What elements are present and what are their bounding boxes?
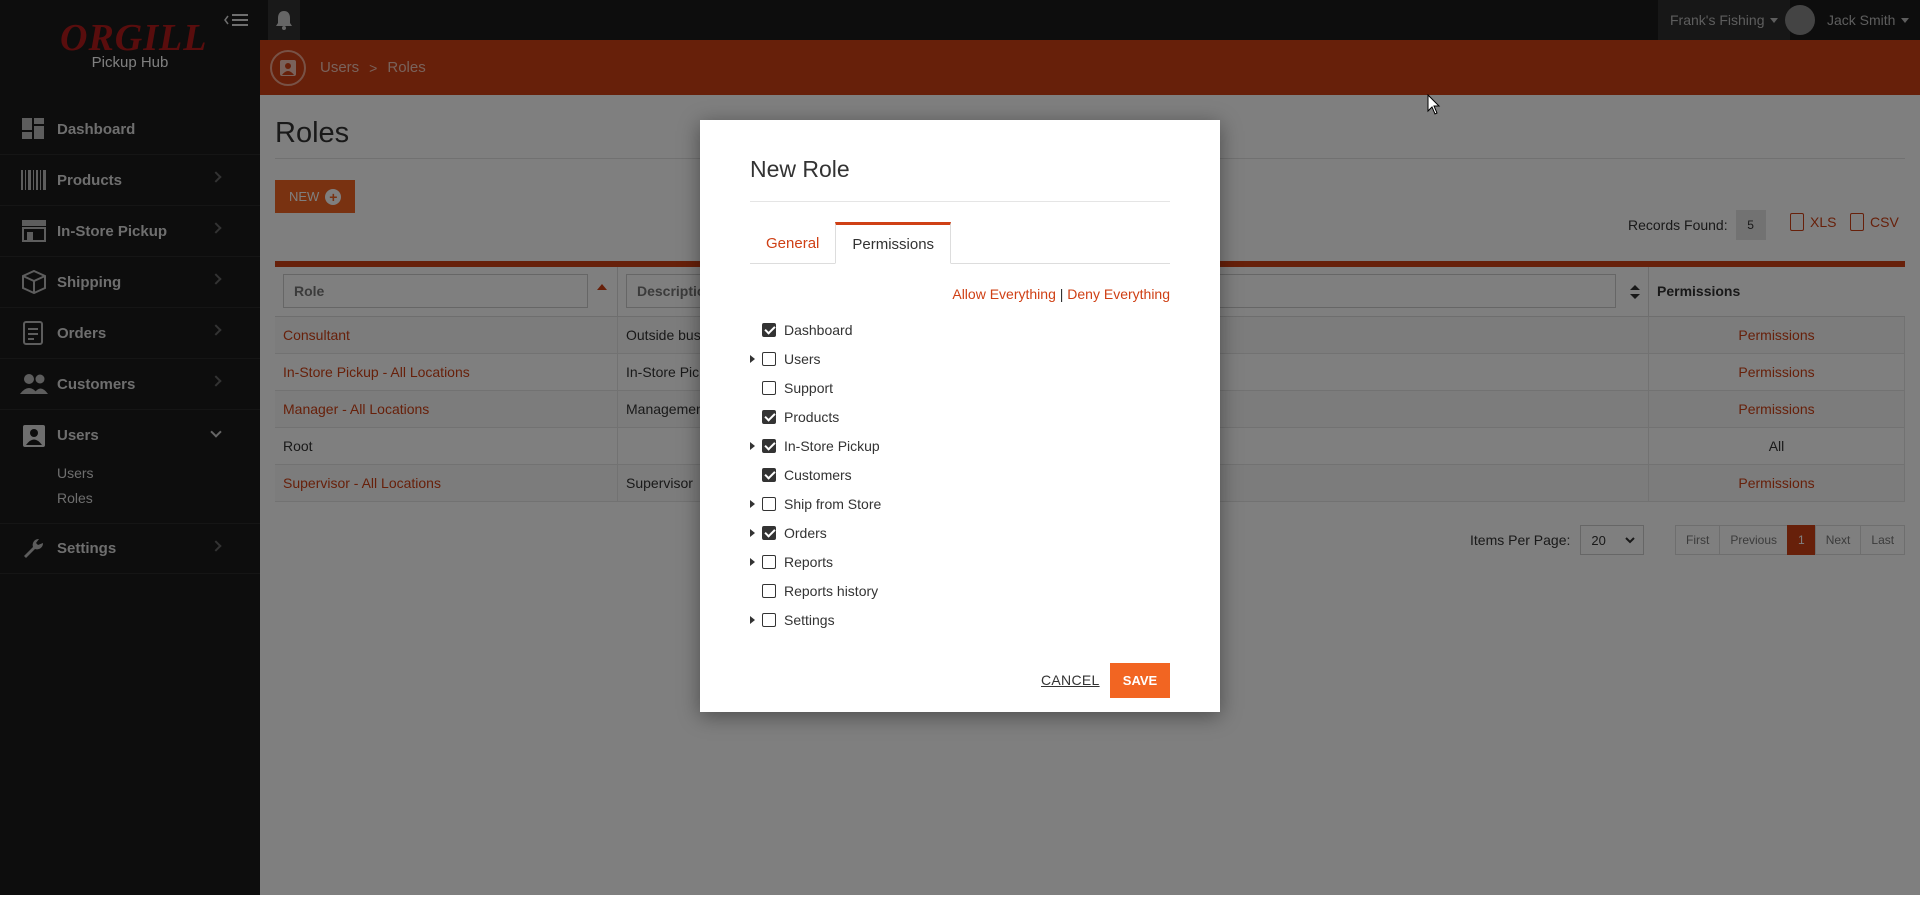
permission-label: Dashboard [784, 321, 853, 338]
permission-customers: Customers [750, 460, 881, 489]
checkbox-users[interactable] [762, 351, 776, 366]
permission-label: Customers [784, 466, 852, 483]
permission-in-store-pickup: In-Store Pickup [750, 431, 881, 460]
dialog-title: New Role [750, 156, 850, 182]
permission-label: Ship from Store [784, 495, 882, 512]
permission-dashboard: Dashboard [750, 315, 881, 344]
checkbox-dashboard[interactable] [762, 322, 776, 337]
dialog-tabs: General Permissions [750, 222, 1170, 264]
mouse-cursor-icon [1427, 94, 1441, 115]
checkbox-in-store-pickup[interactable] [762, 438, 776, 453]
checkbox-reports-history[interactable] [762, 583, 776, 598]
bulk-permission-links: Allow Everything | Deny Everything [952, 286, 1170, 302]
new-role-dialog: New Role General Permissions Allow Every… [700, 120, 1220, 712]
permission-ship-from-store: Ship from Store [750, 489, 881, 518]
page-bottom-strip [0, 895, 1920, 910]
checkbox-settings[interactable] [762, 612, 776, 627]
tab-permissions[interactable]: Permissions [835, 222, 952, 264]
checkbox-support[interactable] [762, 380, 776, 395]
permission-label: Reports [784, 553, 834, 570]
permission-label: Products [784, 408, 840, 425]
expand-triangle-icon[interactable] [750, 556, 762, 568]
expand-triangle-icon[interactable] [750, 498, 762, 510]
checkbox-customers[interactable] [762, 467, 776, 482]
permission-label: Reports history [784, 582, 879, 599]
permissions-tree: Dashboard Users Support Products In-Stor… [750, 315, 881, 634]
cancel-button[interactable]: CANCEL [1041, 672, 1100, 688]
permission-label: Users [784, 350, 821, 367]
checkbox-reports[interactable] [762, 554, 776, 569]
save-button[interactable]: SAVE [1110, 663, 1170, 698]
expand-triangle-icon[interactable] [750, 527, 762, 539]
permission-label: Settings [784, 611, 835, 628]
expand-triangle-icon[interactable] [750, 353, 762, 365]
permission-label: Support [784, 379, 834, 396]
permission-support: Support [750, 373, 881, 402]
expand-triangle-icon[interactable] [750, 614, 762, 626]
permission-orders: Orders [750, 518, 881, 547]
permission-reports: Reports [750, 547, 881, 576]
checkbox-orders[interactable] [762, 525, 776, 540]
checkbox-ship-from-store[interactable] [762, 496, 776, 511]
separator: | [1059, 286, 1064, 302]
checkbox-products[interactable] [762, 409, 776, 424]
permission-label: Orders [784, 524, 827, 541]
permission-reports-history: Reports history [750, 576, 881, 605]
permission-products: Products [750, 402, 881, 431]
allow-everything-link[interactable]: Allow Everything [952, 286, 1056, 302]
expand-triangle-icon[interactable] [750, 440, 762, 452]
deny-everything-link[interactable]: Deny Everything [1067, 286, 1170, 302]
tab-general[interactable]: General [750, 222, 835, 264]
permission-settings: Settings [750, 605, 881, 634]
permission-label: In-Store Pickup [784, 437, 880, 454]
permission-users: Users [750, 344, 881, 373]
divider [750, 201, 1170, 202]
